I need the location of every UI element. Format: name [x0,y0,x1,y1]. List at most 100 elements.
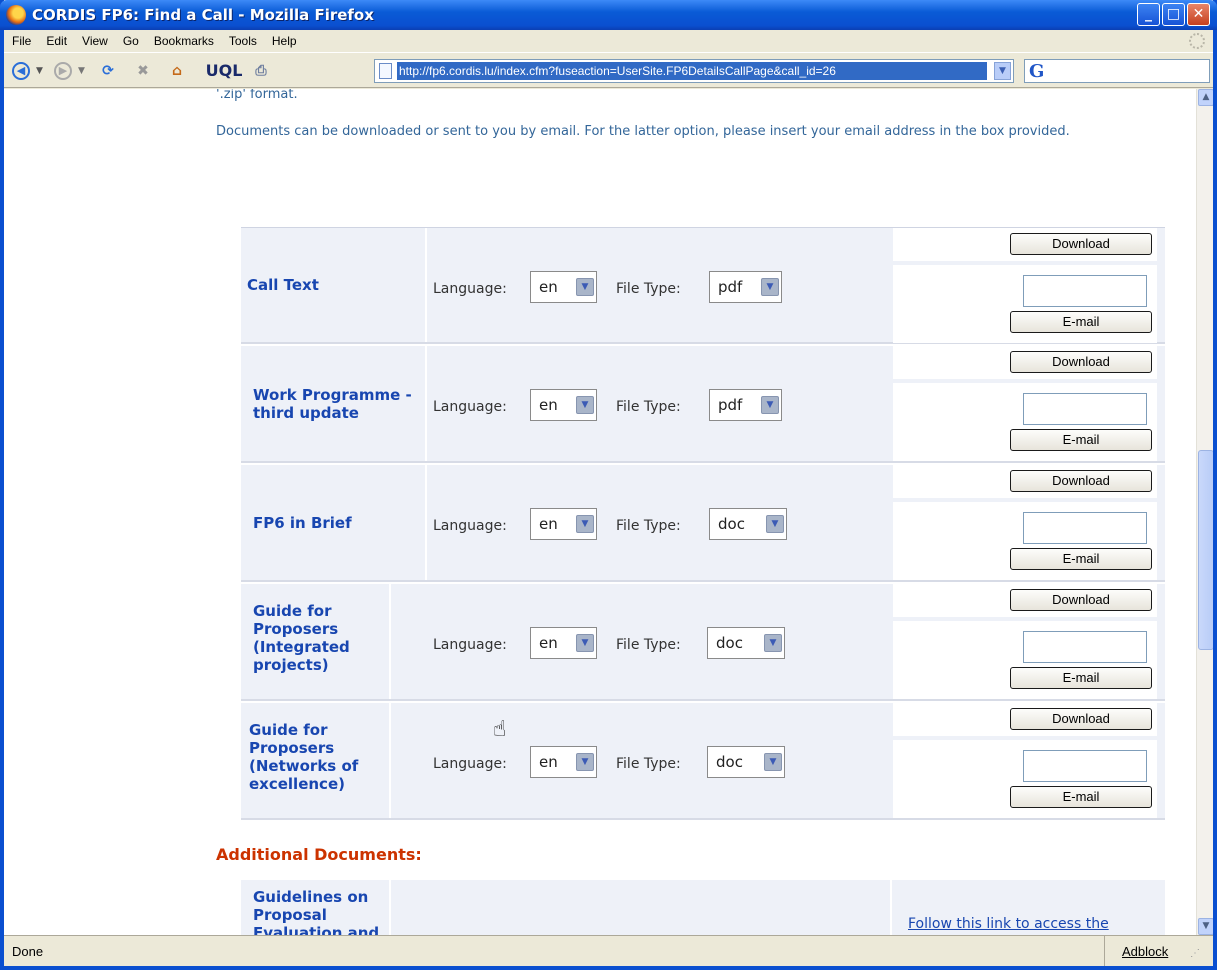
filetype-select[interactable]: pdf ▼ [709,271,782,303]
document-row: Call Text Language: en ▼ File Type: pdf ▼ … [241,227,1165,344]
filetype-select[interactable]: doc ▼ [707,627,785,659]
additional-document-name: Guidelines on Proposal Evaluation and [241,880,391,935]
browser-window: CORDIS FP6: Find a Call - Mozilla Firefo… [0,0,1217,970]
google-icon[interactable]: G [1029,61,1044,82]
page-icon [379,63,392,79]
download-button[interactable]: Download [1010,589,1152,611]
menu-bar: File Edit View Go Bookmarks Tools Help [4,30,1213,52]
page-content: '.zip' format. Documents can be download… [4,89,1213,935]
url-text[interactable]: http://fp6.cordis.lu/index.cfm?fuseactio… [397,62,987,80]
filetype-select[interactable]: doc ▼ [707,746,785,778]
menu-edit[interactable]: Edit [38,30,74,48]
email-button[interactable]: E-mail [1010,786,1152,808]
filetype-label: File Type: [616,281,681,297]
firefox-icon [6,5,26,25]
email-input[interactable] [1023,275,1147,307]
document-row: Guide for Proposers (Integrated projects… [241,584,1165,701]
menu-view[interactable]: View [74,30,115,48]
email-input[interactable] [1023,512,1147,544]
filetype-label: File Type: [616,637,681,653]
language-select[interactable]: en ▼ [530,271,597,303]
download-button[interactable]: Download [1010,351,1152,373]
status-bar: Done Adblock ⋰ [4,935,1213,966]
email-button[interactable]: E-mail [1010,429,1152,451]
scroll-thumb[interactable] [1198,450,1213,650]
download-button[interactable]: Download [1010,233,1152,255]
follow-link[interactable]: Follow this link to access the [908,916,1109,932]
window-title: CORDIS FP6: Find a Call - Mozilla Firefo… [32,6,374,24]
filetype-select[interactable]: pdf ▼ [709,389,782,421]
document-row: FP6 in Brief Language: en ▼ File Type: do… [241,465,1165,582]
instructions-text: Documents can be downloaded or sent to y… [216,124,1070,139]
maximize-button[interactable]: □ [1162,3,1185,26]
chevron-down-icon[interactable]: ▼ [576,753,594,771]
document-row: Work Programme - third update Language: … [241,346,1165,463]
email-button[interactable]: E-mail [1010,667,1152,689]
minimize-button[interactable]: _ [1137,3,1160,26]
menu-file[interactable]: File [4,30,38,48]
back-dropdown-icon[interactable]: ▼ [36,62,43,80]
menu-help[interactable]: Help [264,30,304,48]
chevron-down-icon[interactable]: ▼ [576,278,594,296]
intro-fragment: '.zip' format. [216,89,298,102]
language-select[interactable]: en ▼ [530,746,597,778]
menu-bookmarks[interactable]: Bookmarks [146,30,221,48]
document-name: Guide for Proposers (Integrated projects… [241,584,391,699]
additional-document-row: Guidelines on Proposal Evaluation and Fo… [241,880,1165,935]
chevron-down-icon[interactable]: ▼ [764,634,782,652]
chevron-down-icon[interactable]: ▼ [764,753,782,771]
filetype-select[interactable]: doc ▼ [709,508,787,540]
forward-dropdown-icon[interactable]: ▼ [78,62,85,80]
menu-go[interactable]: Go [115,30,146,48]
adblock-label[interactable]: Adblock [1122,944,1168,959]
resize-grip-icon[interactable]: ⋰ [1190,948,1200,959]
download-button[interactable]: Download [1010,470,1152,492]
forward-icon[interactable]: ▶ [54,62,72,80]
document-name: Call Text [241,228,427,342]
close-button[interactable]: ✕ [1187,3,1210,26]
chevron-down-icon[interactable]: ▼ [761,396,779,414]
print-icon[interactable]: ⎙ [251,62,271,80]
language-label: Language: [433,281,507,297]
filetype-label: File Type: [616,518,681,534]
filetype-label: File Type: [616,756,681,772]
home-icon[interactable]: ⌂ [167,62,187,80]
chevron-down-icon[interactable]: ▼ [761,278,779,296]
chevron-down-icon[interactable]: ▼ [576,634,594,652]
language-select[interactable]: en ▼ [530,389,597,421]
chevron-down-icon[interactable]: ▼ [576,515,594,533]
additional-documents-heading: Additional Documents: [216,845,422,864]
back-icon[interactable]: ◀ [12,62,30,80]
menu-tools[interactable]: Tools [221,30,264,48]
scroll-up-icon[interactable]: ▲ [1198,89,1213,106]
uql-icon[interactable]: UQL [204,62,244,80]
url-dropdown-icon[interactable]: ▼ [994,62,1011,80]
language-select[interactable]: en ▼ [530,508,597,540]
throbber-icon [1189,33,1205,49]
address-bar[interactable]: http://fp6.cordis.lu/index.cfm?fuseactio… [374,59,1014,83]
language-label: Language: [433,637,507,653]
document-row: Guide for Proposers (Networks of excelle… [241,703,1165,820]
stop-icon[interactable]: ✖ [134,62,152,80]
email-input[interactable] [1023,393,1147,425]
email-input[interactable] [1023,631,1147,663]
reload-icon[interactable]: ⟳ [97,62,119,80]
download-button[interactable]: Download [1010,708,1152,730]
chevron-down-icon[interactable]: ▼ [766,515,784,533]
document-name: Guide for Proposers (Networks of excelle… [241,703,391,818]
status-text: Done [12,944,44,959]
filetype-label: File Type: [616,399,681,415]
vertical-scrollbar[interactable]: ▲ ▼ [1196,89,1213,935]
language-label: Language: [433,756,507,772]
email-button[interactable]: E-mail [1010,548,1152,570]
navigation-toolbar: ◀ ▼ ▶ ▼ ⟳ ✖ ⌂ UQL ⎙ http://fp6.cordis.lu… [4,52,1213,88]
chevron-down-icon[interactable]: ▼ [576,396,594,414]
email-button[interactable]: E-mail [1010,311,1152,333]
scroll-down-icon[interactable]: ▼ [1198,918,1213,935]
language-select[interactable]: en ▼ [530,627,597,659]
document-name: Work Programme - third update [241,346,427,461]
title-bar: CORDIS FP6: Find a Call - Mozilla Firefo… [0,0,1217,30]
email-input[interactable] [1023,750,1147,782]
hand-cursor-icon: ☝ [493,717,507,742]
search-box[interactable]: G [1024,59,1210,83]
